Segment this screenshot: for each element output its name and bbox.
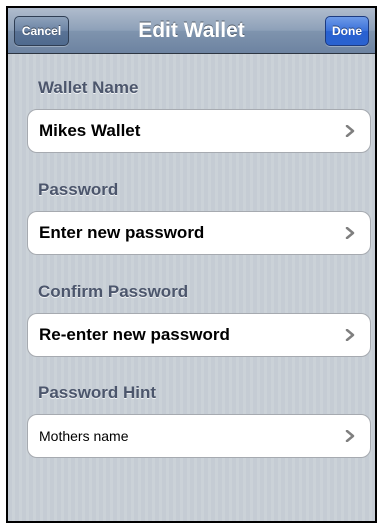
wallet-name-header: Wallet Name [38,78,139,97]
password-hint-header: Password Hint [38,383,157,402]
wallet-name-cell[interactable]: Mikes Wallet [27,109,371,153]
page-title: Edit Wallet [138,19,245,42]
password-header: Password [38,180,119,199]
password-value: Enter new password [39,223,205,242]
password-cell[interactable]: Enter new password [27,211,371,255]
password-hint-cell[interactable]: Mothers name [27,414,371,458]
wallet-name-value: Mikes Wallet [39,121,141,140]
chevron-right-icon [345,329,355,341]
confirm-password-cell[interactable]: Re-enter new password [27,313,371,357]
confirm-password-value: Re-enter new password [39,325,230,344]
password-hint-value: Mothers name [39,428,129,444]
device-screen: Cancel Edit Wallet Done Wallet Name Mike… [6,6,377,523]
done-button[interactable]: Done [325,16,369,46]
navigation-bar: Cancel Edit Wallet Done [8,8,375,54]
chevron-right-icon [345,227,355,239]
confirm-password-header: Confirm Password [38,282,189,301]
chevron-right-icon [345,125,355,137]
chevron-right-icon [345,430,355,442]
